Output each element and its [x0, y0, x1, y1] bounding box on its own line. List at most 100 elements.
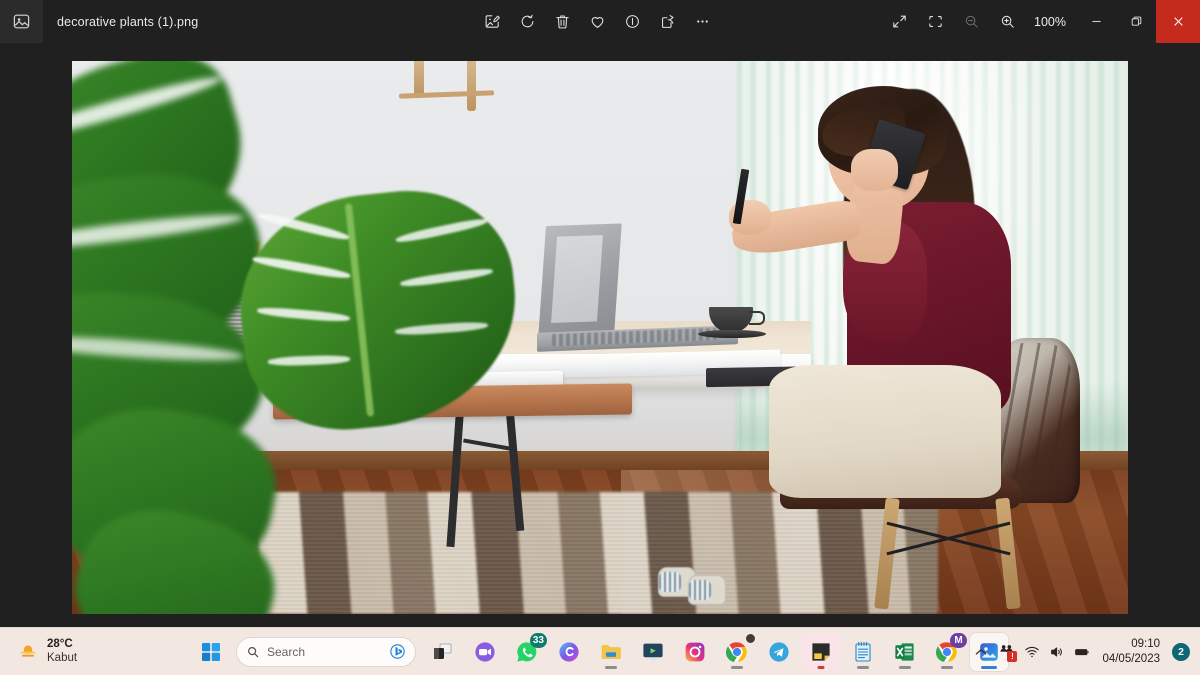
taskbar-item-telegram[interactable]	[760, 633, 798, 671]
rotate-icon	[521, 14, 534, 28]
telegram-icon	[769, 641, 789, 662]
coffee-saucer	[698, 329, 766, 339]
running-indicator	[817, 665, 825, 669]
info-button[interactable]	[618, 7, 647, 36]
notepad-icon	[855, 641, 871, 662]
favorite-button[interactable]	[583, 7, 612, 36]
taskbar-item-zoom-meetings[interactable]	[466, 633, 504, 671]
image-viewer-canvas[interactable]	[0, 43, 1200, 627]
people-app-tray-button[interactable]: !	[998, 643, 1018, 662]
search-icon	[248, 646, 259, 657]
hand-holding-phone	[851, 149, 898, 192]
show-hidden-icons-button[interactable]	[973, 644, 989, 660]
fit-to-window-button[interactable]	[921, 7, 950, 36]
battery-button[interactable]	[1074, 644, 1090, 660]
notification-count-badge[interactable]: 2	[1172, 642, 1190, 661]
clock-date: 04/05/2023	[1102, 652, 1160, 665]
weather-condition: Kabut	[47, 651, 78, 664]
running-indicator	[605, 665, 617, 669]
excel-icon	[895, 642, 914, 661]
zoom-toolbar: 100%	[885, 0, 1066, 43]
restore-icon	[1131, 16, 1141, 26]
displayed-photo[interactable]	[72, 61, 1128, 614]
share-icon	[662, 15, 674, 28]
sun-haze-icon	[20, 644, 36, 657]
search-input[interactable]: Search	[267, 645, 382, 659]
taskbar-item-chrome-profile-2[interactable]: M	[928, 632, 967, 671]
zoom-out-button[interactable]	[957, 7, 986, 36]
taskbar-item-task-view[interactable]	[424, 633, 462, 671]
windows-taskbar: 28°C Kabut Search 33 M ! 09:10 04/05/202…	[0, 627, 1200, 675]
taskbar-item-copilot[interactable]	[550, 633, 588, 671]
volume-button[interactable]	[1049, 644, 1065, 660]
clock-time: 09:10	[1131, 638, 1160, 651]
taskbar-item-instagram[interactable]	[676, 633, 714, 671]
folder-icon	[601, 644, 621, 659]
wifi-icon	[1025, 646, 1040, 657]
image-toolbar	[478, 0, 717, 43]
info-icon	[626, 15, 639, 28]
more-options-button[interactable]	[688, 7, 717, 36]
slipper-right-stripes	[688, 579, 711, 600]
slipper-left-stripes	[659, 571, 682, 592]
delete-button[interactable]	[548, 7, 577, 36]
zoom-level-label[interactable]: 100%	[1034, 15, 1066, 29]
taskbar-item-sticky-notes[interactable]	[802, 632, 840, 671]
share-button[interactable]	[653, 7, 682, 36]
battery-icon	[1075, 648, 1090, 655]
expand-arrows-icon	[893, 15, 906, 28]
taskbar-item-media-app[interactable]	[634, 633, 672, 671]
close-button[interactable]	[1156, 0, 1200, 43]
system-tray: ! 09:10 04/05/2023 2	[973, 637, 1190, 666]
minimize-icon	[1091, 21, 1101, 22]
taskbar-item-whatsapp[interactable]: 33	[508, 632, 547, 671]
photos-app-window: decorative plants (1).png 100%	[0, 0, 1200, 627]
edit-image-icon	[485, 15, 500, 28]
chevron-up-icon	[976, 648, 987, 655]
windows-logo-icon	[202, 642, 220, 661]
running-indicator	[857, 665, 869, 669]
running-indicator	[731, 665, 743, 669]
minimize-button[interactable]	[1076, 0, 1116, 43]
laptop-display	[550, 234, 603, 323]
cream-trousers	[768, 365, 1002, 498]
copilot-icon	[559, 641, 579, 662]
edit-image-button[interactable]	[478, 7, 507, 36]
chrome-icon	[725, 641, 747, 662]
trash-icon	[556, 15, 569, 29]
video-camera-icon	[475, 641, 495, 662]
window-controls	[1076, 0, 1200, 43]
taskbar-item-notepad[interactable]	[844, 633, 882, 671]
clock-and-date[interactable]: 09:10 04/05/2023	[1102, 637, 1160, 666]
taskbar-item-file-explorer[interactable]	[592, 633, 630, 671]
search-box[interactable]: Search	[236, 636, 416, 667]
heart-icon	[591, 17, 604, 28]
sticky-note-icon	[812, 642, 830, 661]
instagram-icon	[685, 642, 705, 661]
network-button[interactable]	[1024, 644, 1040, 660]
monitor-icon	[643, 643, 663, 660]
photo-app-icon	[0, 0, 43, 43]
taskbar-item-chrome-profile-1[interactable]	[718, 632, 756, 671]
chrome-profile-avatar	[745, 632, 756, 644]
maximize-button[interactable]	[1116, 0, 1156, 43]
whatsapp-unread-badge: 33	[529, 632, 547, 648]
rotate-button[interactable]	[513, 7, 542, 36]
taskbar-item-excel[interactable]	[886, 633, 924, 671]
ellipsis-icon	[697, 20, 708, 23]
running-indicator	[981, 665, 997, 669]
weather-text: 28°C Kabut	[47, 638, 77, 664]
foreground-leaf-sharp	[229, 180, 527, 440]
taskbar-center-cluster: Search 33 M	[192, 632, 1008, 671]
bing-chat-icon[interactable]	[389, 643, 406, 660]
weather-widget[interactable]: 28°C Kabut	[17, 638, 137, 664]
running-indicator	[899, 665, 911, 669]
start-button[interactable]	[192, 633, 230, 671]
chrome-profile-badge: M	[950, 632, 967, 648]
task-view-icon	[434, 643, 452, 659]
people-alert-badge: !	[1007, 651, 1018, 662]
fullscreen-button[interactable]	[885, 7, 914, 36]
zoom-out-icon	[965, 15, 978, 28]
zoom-in-button[interactable]	[993, 7, 1022, 36]
zoom-in-icon	[1001, 15, 1014, 28]
